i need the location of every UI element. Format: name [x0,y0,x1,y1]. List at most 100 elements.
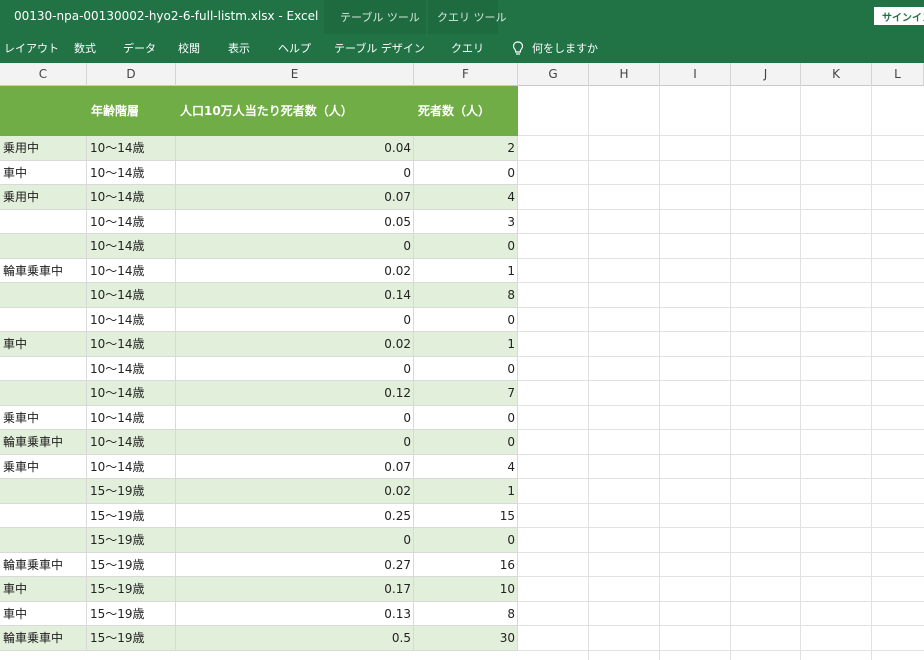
cell-category[interactable]: 輪車乗車中 [0,258,87,283]
cell-age-group[interactable]: 10～14歳 [87,454,176,479]
cell-deaths[interactable]: 1 [414,332,518,357]
tell-me-search[interactable]: 何をしますか [512,37,598,59]
cell-category[interactable]: 乗用中 [0,136,87,161]
worksheet-grid[interactable]: 年齢階層 人口10万人当たり死者数（人） 死者数（人） 乗用中 10～14歳 0.0… [0,86,924,660]
cell-age-group[interactable]: 10～14歳 [87,160,176,185]
tab-query[interactable]: クエリ [451,40,484,56]
column-header-c[interactable]: C [0,63,87,86]
cell-deaths-per-100k[interactable]: 0.12 [176,381,414,406]
column-header-k[interactable]: K [801,63,872,86]
cell-deaths[interactable]: 4 [414,185,518,210]
cell-deaths-per-100k[interactable]: 0.02 [176,479,414,504]
cell-age-group[interactable]: 10～14歳 [87,283,176,308]
cell-category[interactable]: 車中 [0,332,87,357]
cell-deaths-per-100k[interactable]: 0.07 [176,185,414,210]
cell-age-group[interactable]: 15～19歳 [87,503,176,528]
cell-deaths[interactable]: 3 [414,209,518,234]
cell-category[interactable]: 輪車乗車中 [0,626,87,651]
cell-age-group[interactable]: 10～14歳 [87,405,176,430]
tab-review[interactable]: 校閲 [178,40,200,56]
column-header-e[interactable]: E [176,63,414,86]
cell-deaths[interactable]: 8 [414,601,518,626]
cell-deaths-per-100k[interactable]: 0 [176,405,414,430]
cell-deaths[interactable]: 0 [414,160,518,185]
cell-age-group[interactable]: 10～14歳 [87,136,176,161]
header-cell-deaths[interactable]: 死者数（人） [414,86,518,136]
cell-category[interactable] [0,479,87,504]
cell-category[interactable] [0,528,87,553]
cell-category[interactable] [0,234,87,259]
cell-deaths[interactable]: 8 [414,283,518,308]
column-header-d[interactable]: D [87,63,176,86]
column-header-l[interactable]: L [872,63,924,86]
cell-deaths-per-100k[interactable]: 0.17 [176,577,414,602]
header-cell-deaths-per-100k[interactable]: 人口10万人当たり死者数（人） [176,86,414,136]
cell-age-group[interactable]: 15～19歳 [87,528,176,553]
cell-age-group[interactable]: 10～14歳 [87,430,176,455]
cell-category[interactable]: 車中 [0,160,87,185]
cell-category[interactable]: 車中 [0,601,87,626]
cell-category[interactable]: 乗車中 [0,405,87,430]
cell-category[interactable]: 乗用中 [0,185,87,210]
cell-age-group[interactable]: 10～14歳 [87,332,176,357]
column-header-f[interactable]: F [414,63,518,86]
cell-deaths[interactable]: 7 [414,381,518,406]
cell-age-group[interactable]: 10～14歳 [87,356,176,381]
cell-deaths-per-100k[interactable]: 0 [176,307,414,332]
cell-deaths[interactable]: 16 [414,552,518,577]
tab-help[interactable]: ヘルプ [278,40,311,56]
cell-category[interactable]: 輪車乗車中 [0,552,87,577]
cell-deaths[interactable]: 15 [414,503,518,528]
cell-age-group[interactable]: 15～19歳 [87,552,176,577]
tab-view[interactable]: 表示 [228,40,250,56]
cell-age-group[interactable]: 10～14歳 [87,307,176,332]
column-header-j[interactable]: J [731,63,801,86]
cell-deaths[interactable]: 10 [414,577,518,602]
cell-deaths-per-100k[interactable]: 0 [176,356,414,381]
cell-deaths[interactable]: 0 [414,528,518,553]
cell-category[interactable] [0,356,87,381]
cell-deaths-per-100k[interactable]: 0.14 [176,283,414,308]
tab-layout[interactable]: レイアウト [4,40,59,56]
cell-deaths-per-100k[interactable]: 0.25 [176,503,414,528]
cell-age-group[interactable]: 15～19歳 [87,577,176,602]
tab-data[interactable]: データ [123,40,156,56]
cell-category[interactable]: 乗車中 [0,454,87,479]
header-cell-age-group[interactable]: 年齢階層 [87,86,176,136]
cell-category[interactable] [0,283,87,308]
cell-age-group[interactable]: 15～19歳 [87,479,176,504]
cell-age-group[interactable]: 15～19歳 [87,601,176,626]
cell-deaths[interactable]: 2 [414,136,518,161]
cell-deaths-per-100k[interactable]: 0.02 [176,332,414,357]
cell-deaths-per-100k[interactable]: 0 [176,430,414,455]
cell-deaths-per-100k[interactable]: 0 [176,528,414,553]
tab-formulas[interactable]: 数式 [74,40,96,56]
column-header-g[interactable]: G [518,63,589,86]
cell-deaths-per-100k[interactable]: 0 [176,160,414,185]
cell-deaths-per-100k[interactable]: 0.04 [176,136,414,161]
cell-deaths-per-100k[interactable]: 0.5 [176,626,414,651]
cell-deaths[interactable]: 0 [414,405,518,430]
cell-deaths-per-100k[interactable]: 0.27 [176,552,414,577]
cell-deaths[interactable]: 30 [414,626,518,651]
cell-category[interactable]: 車中 [0,577,87,602]
column-header-h[interactable]: H [589,63,660,86]
cell-age-group[interactable]: 10～14歳 [87,234,176,259]
cell-deaths-per-100k[interactable]: 0.13 [176,601,414,626]
signin-button[interactable]: サインイン [874,7,924,25]
cell-deaths[interactable]: 1 [414,479,518,504]
column-header-i[interactable]: I [660,63,731,86]
cell-category[interactable] [0,209,87,234]
cell-deaths[interactable]: 0 [414,430,518,455]
cell-deaths[interactable]: 0 [414,356,518,381]
cell-age-group[interactable]: 10～14歳 [87,381,176,406]
cell-age-group[interactable]: 10～14歳 [87,258,176,283]
cell-deaths-per-100k[interactable]: 0.05 [176,209,414,234]
cell-deaths[interactable]: 4 [414,454,518,479]
cell-category[interactable] [0,307,87,332]
cell-category[interactable] [0,381,87,406]
header-cell-c[interactable] [0,86,87,136]
cell-age-group[interactable]: 15～19歳 [87,626,176,651]
cell-deaths-per-100k[interactable]: 0 [176,234,414,259]
cell-category[interactable] [0,503,87,528]
